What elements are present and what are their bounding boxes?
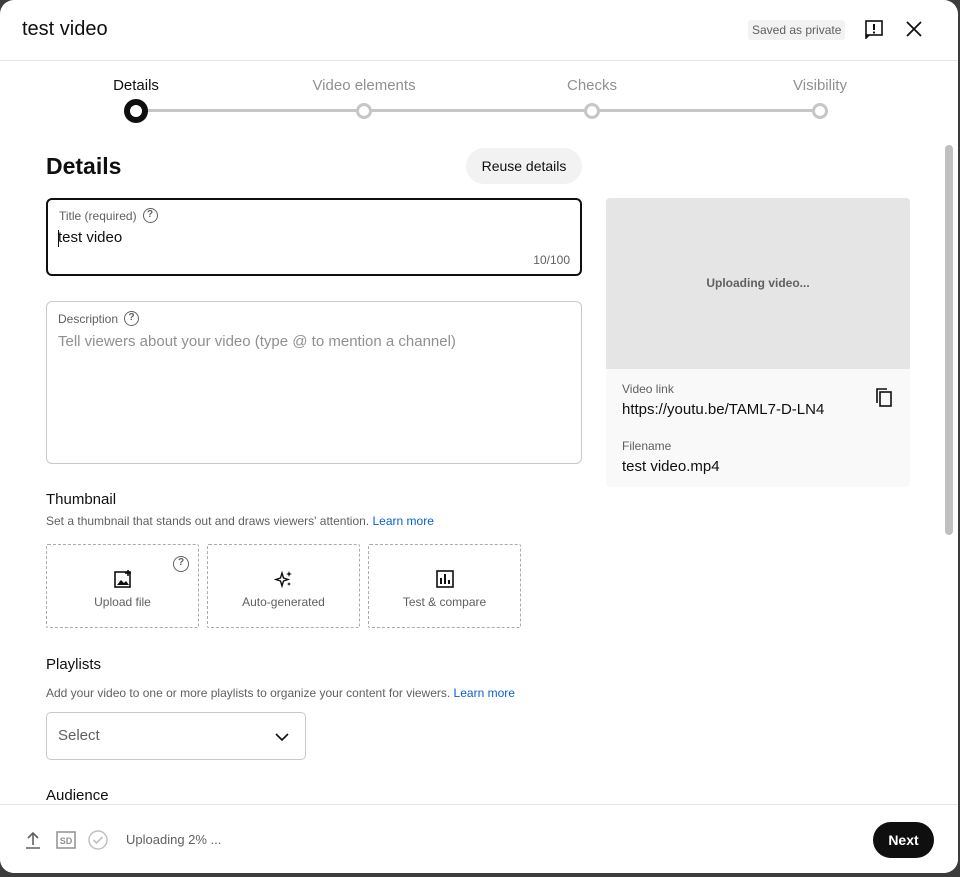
step-checks[interactable]: Checks — [522, 77, 662, 94]
upload-thumbnail-button[interactable]: Upload file ? — [46, 544, 199, 628]
playlists-text: Add your video to one or more playlists … — [46, 686, 451, 700]
step-visibility-dot[interactable] — [812, 103, 828, 119]
video-preview: Uploading video... — [606, 198, 910, 369]
sd-badge-text: SD — [60, 836, 73, 846]
details-heading: Details — [46, 153, 122, 179]
chevron-down-icon — [275, 733, 289, 742]
title-input[interactable]: test video — [58, 229, 122, 246]
upload-status-text: Uploading video... — [706, 276, 810, 290]
upload-file-label: Upload file — [94, 595, 151, 609]
video-preview-panel: Uploading video... Video link https://yo… — [606, 198, 910, 487]
bar-chart-icon — [435, 570, 454, 588]
add-image-icon — [113, 570, 131, 588]
thumbnail-heading: Thumbnail — [46, 491, 117, 508]
help-icon[interactable]: ? — [124, 311, 140, 326]
scrollbar-thumb[interactable] — [945, 145, 953, 535]
description-label-text: Description — [58, 311, 119, 326]
saved-status-badge: Saved as private — [748, 20, 846, 40]
thumbnail-text: Set a thumbnail that stands out and draw… — [46, 514, 370, 528]
step-video-elements-dot[interactable] — [356, 103, 372, 119]
thumbnail-learn-more-link[interactable]: Learn more — [373, 514, 434, 528]
test-compare-thumbnail-button[interactable]: Test & compare — [368, 544, 521, 628]
dialog-header: test video Saved as private — [0, 0, 958, 61]
sd-quality-icon: SD — [56, 831, 76, 849]
step-visibility[interactable]: Visibility — [750, 77, 890, 94]
dialog-footer: SD Uploading 2% ... Next — [0, 804, 958, 873]
thumbnail-description: Set a thumbnail that stands out and draw… — [46, 514, 434, 528]
copy-icon[interactable] — [872, 386, 896, 410]
auto-generated-thumbnail-button[interactable]: Auto-generated — [207, 544, 360, 628]
step-video-elements[interactable]: Video elements — [294, 77, 434, 94]
video-link-label: Video link — [622, 382, 674, 396]
filename-value: test video.mp4 — [622, 458, 720, 475]
progress-stepper: Details Video elements Checks Visibility — [0, 61, 958, 131]
auto-generated-label: Auto-generated — [242, 595, 325, 609]
playlists-description: Add your video to one or more playlists … — [46, 686, 515, 700]
video-link[interactable]: https://youtu.be/TAML7-D-LN4 — [622, 401, 824, 418]
reuse-details-button[interactable]: Reuse details — [466, 148, 582, 184]
playlists-learn-more-link[interactable]: Learn more — [454, 686, 515, 700]
filename-label: Filename — [622, 439, 672, 453]
step-details[interactable]: Details — [66, 77, 206, 94]
upload-progress-text: Uploading 2% ... — [126, 832, 222, 847]
playlists-heading: Playlists — [46, 656, 102, 673]
title-field-label: Title (required) ? — [59, 208, 158, 223]
description-field[interactable]: Description ? Tell viewers about your vi… — [46, 301, 582, 464]
upload-dialog: test video Saved as private Details Vide… — [0, 0, 958, 873]
close-icon[interactable] — [901, 16, 927, 42]
description-field-label: Description ? — [58, 311, 140, 326]
dialog-title: test video — [22, 18, 108, 40]
playlist-select-value: Select — [58, 727, 100, 744]
upload-icon — [26, 831, 40, 849]
help-icon[interactable]: ? — [173, 556, 189, 572]
playlist-select[interactable]: Select — [46, 712, 306, 760]
title-field[interactable]: Title (required) ? test video 10/100 — [46, 198, 582, 276]
next-button[interactable]: Next — [873, 822, 934, 858]
sparkle-icon — [273, 570, 292, 589]
description-input[interactable]: Tell viewers about your video (type @ to… — [58, 333, 456, 350]
test-compare-label: Test & compare — [402, 595, 487, 609]
step-checks-dot[interactable] — [584, 103, 600, 119]
title-label-text: Title (required) — [59, 208, 137, 223]
stepper-track — [136, 109, 820, 112]
audience-heading: Audience — [46, 787, 109, 804]
step-details-dot[interactable] — [124, 99, 148, 123]
title-char-counter: 10/100 — [533, 253, 570, 267]
help-icon[interactable]: ? — [142, 208, 158, 223]
feedback-icon[interactable] — [861, 16, 887, 42]
check-circle-icon — [88, 830, 108, 850]
